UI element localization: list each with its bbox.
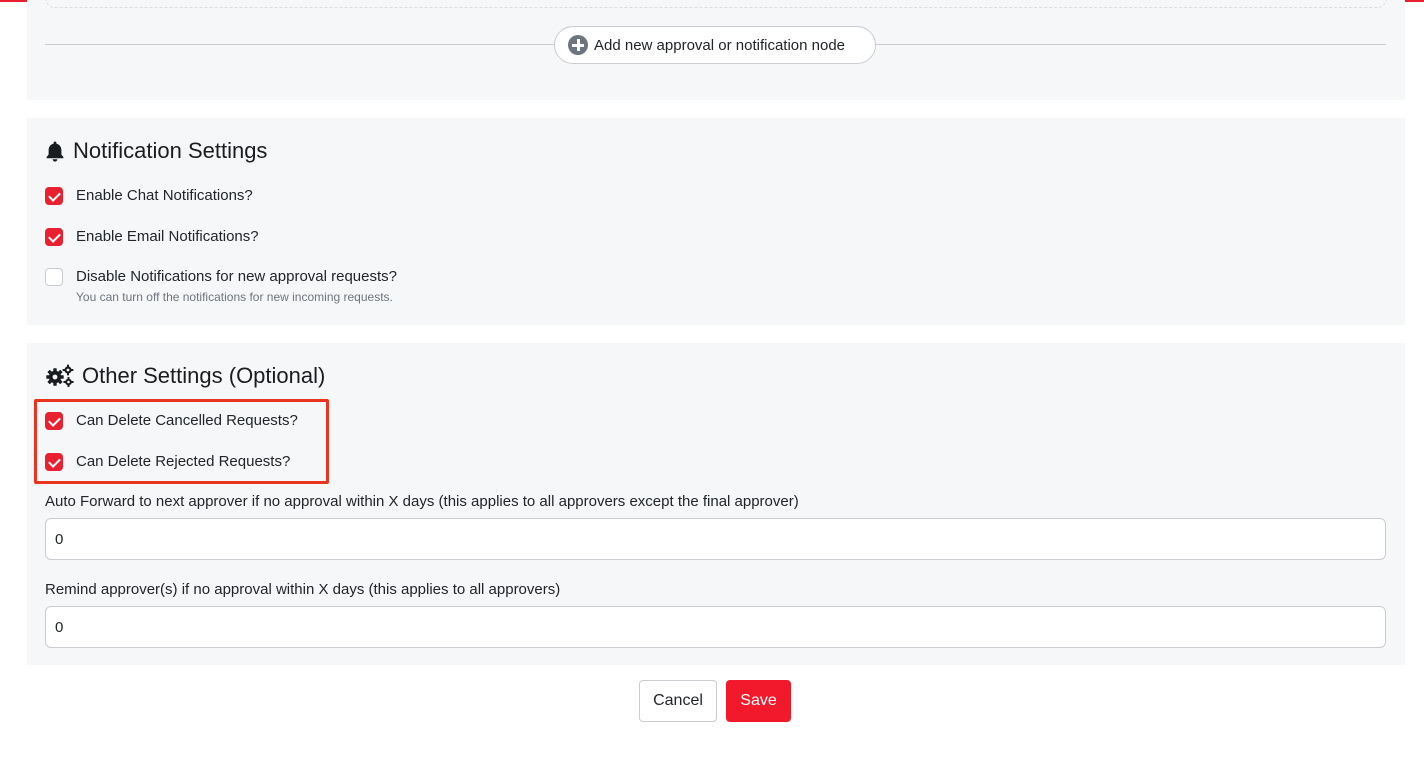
other-settings-title: Other Settings (Optional) xyxy=(82,363,326,388)
disable-new-request-notifications-checkbox[interactable] xyxy=(45,268,63,286)
previous-node-card-edge xyxy=(45,0,1387,8)
remind-approvers-label: Remind approver(s) if no approval within… xyxy=(45,581,561,598)
delete-cancelled-requests-option[interactable]: Can Delete Cancelled Requests? xyxy=(45,411,298,431)
remind-approvers-days-input[interactable] xyxy=(45,606,1386,648)
other-settings-panel: Other Settings (Optional) Can Delete Can… xyxy=(27,343,1405,665)
enable-email-notifications-checkbox[interactable] xyxy=(45,228,63,246)
enable-email-notifications-option[interactable]: Enable Email Notifications? xyxy=(45,227,259,247)
disable-new-request-notifications-label: Disable Notifications for new approval r… xyxy=(76,268,397,285)
other-settings-heading: Other Settings (Optional) xyxy=(45,363,325,389)
cancel-button[interactable]: Cancel xyxy=(639,680,717,722)
delete-rejected-requests-label: Can Delete Rejected Requests? xyxy=(76,453,291,470)
gears-icon xyxy=(46,364,74,387)
disable-new-request-notifications-help: You can turn off the notifications for n… xyxy=(76,290,393,304)
enable-chat-notifications-checkbox[interactable] xyxy=(45,187,63,205)
disable-new-request-notifications-option[interactable]: Disable Notifications for new approval r… xyxy=(45,267,397,304)
add-node-button[interactable]: Add new approval or notification node xyxy=(554,26,876,64)
delete-cancelled-requests-checkbox[interactable] xyxy=(45,412,63,430)
delete-cancelled-requests-label: Can Delete Cancelled Requests? xyxy=(76,412,298,429)
add-node-label: Add new approval or notification node xyxy=(594,36,846,54)
enable-chat-notifications-option[interactable]: Enable Chat Notifications? xyxy=(45,186,253,206)
save-button[interactable]: Save xyxy=(726,680,791,722)
auto-forward-label: Auto Forward to next approver if no appr… xyxy=(45,493,799,510)
delete-rejected-requests-checkbox[interactable] xyxy=(45,453,63,471)
bell-icon xyxy=(46,141,64,162)
notification-settings-heading: Notification Settings xyxy=(45,138,267,164)
enable-email-notifications-label: Enable Email Notifications? xyxy=(76,228,259,245)
delete-rejected-requests-option[interactable]: Can Delete Rejected Requests? xyxy=(45,452,290,472)
auto-forward-days-input[interactable] xyxy=(45,518,1386,560)
workflow-panel: Add new approval or notification node xyxy=(27,0,1405,100)
notification-settings-panel: Notification Settings Enable Chat Notifi… xyxy=(27,118,1405,325)
plus-circle-icon xyxy=(568,35,588,55)
enable-chat-notifications-label: Enable Chat Notifications? xyxy=(76,187,253,204)
notification-settings-title: Notification Settings xyxy=(73,138,268,163)
